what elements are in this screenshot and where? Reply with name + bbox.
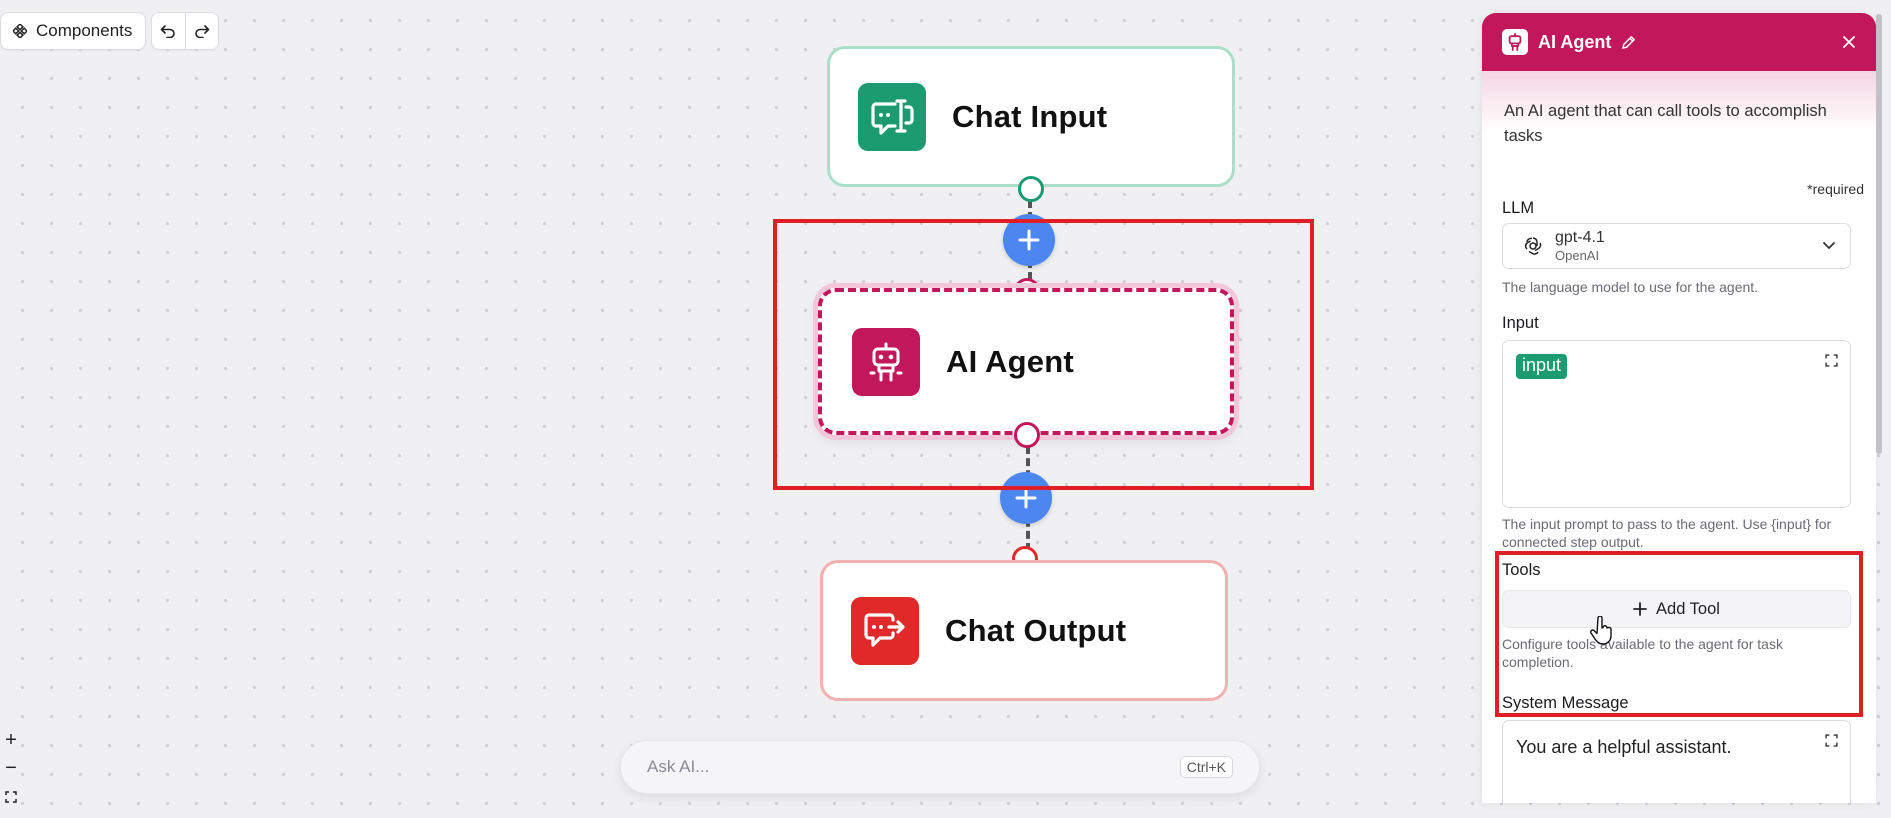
required-note: *required <box>1807 181 1864 197</box>
panel-scrollbar[interactable] <box>1876 14 1882 454</box>
undo-icon <box>161 25 176 38</box>
panel-description-area: An AI agent that can call tools to accom… <box>1482 71 1876 169</box>
node-title: AI Agent <box>946 343 1074 379</box>
undo-button[interactable] <box>152 13 185 49</box>
chevron-down-icon <box>1822 241 1836 251</box>
openai-icon <box>1523 236 1543 256</box>
tools-label: Tools <box>1502 561 1541 579</box>
node-chat-input[interactable]: Chat Input <box>827 46 1235 187</box>
input-help: The input prompt to pass to the agent. U… <box>1502 516 1832 550</box>
zoom-out-button[interactable]: − <box>2 757 20 779</box>
hand-cursor-icon <box>1590 615 1614 651</box>
fit-view-icon <box>5 791 17 803</box>
chat-input-output-port[interactable] <box>1018 176 1044 202</box>
panel-title: AI Agent <box>1538 31 1612 52</box>
fit-view-button[interactable] <box>2 786 20 808</box>
plus-icon <box>1018 229 1040 251</box>
panel-header: AI Agent <box>1482 13 1876 71</box>
node-chat-output[interactable]: Chat Output <box>820 560 1228 701</box>
llm-select[interactable]: gpt-4.1 OpenAI <box>1502 223 1851 269</box>
redo-icon <box>195 25 210 38</box>
robot-icon <box>852 327 920 396</box>
close-icon <box>1843 36 1855 48</box>
llm-help: The language model to use for the agent. <box>1502 279 1759 295</box>
llm-label: LLM <box>1502 199 1535 217</box>
zoom-out-icon: − <box>5 756 17 779</box>
add-step-button[interactable] <box>1000 472 1052 524</box>
zoom-in-icon: + <box>5 728 17 751</box>
plus-icon <box>1633 602 1647 616</box>
redo-button[interactable] <box>184 13 218 49</box>
node-title: Chat Input <box>952 98 1108 134</box>
expand-icon[interactable] <box>1825 354 1838 367</box>
system-message-label: System Message <box>1502 694 1629 712</box>
ask-ai-input[interactable]: Ask AI... Ctrl+K <box>620 740 1260 794</box>
plus-icon <box>1015 487 1037 509</box>
node-title: Chat Output <box>945 612 1127 648</box>
input-prompt-field[interactable]: input <box>1502 340 1851 508</box>
input-variable-chip[interactable]: input <box>1516 354 1568 379</box>
system-message-value: You are a helpful assistant. <box>1516 737 1732 757</box>
properties-panel: AI Agent An AI agent that can call tools… <box>1482 13 1876 803</box>
components-icon <box>13 24 27 38</box>
components-button[interactable]: Components <box>0 12 147 50</box>
pencil-icon <box>1622 35 1636 49</box>
add-tool-label: Add Tool <box>1656 599 1720 618</box>
close-panel-button[interactable] <box>1842 35 1856 49</box>
llm-model: gpt-4.1 <box>1555 229 1605 246</box>
robot-icon <box>1502 29 1528 55</box>
ai-agent-output-port[interactable] <box>1014 422 1040 448</box>
panel-description: An AI agent that can call tools to accom… <box>1504 102 1827 145</box>
shortcut-badge: Ctrl+K <box>1179 756 1233 778</box>
tools-help: Configure tools available to the agent f… <box>1502 636 1783 670</box>
llm-provider: OpenAI <box>1555 248 1600 263</box>
zoom-in-button[interactable]: + <box>2 729 20 751</box>
ask-ai-placeholder: Ask AI... <box>647 757 710 776</box>
edit-title-button[interactable] <box>1621 35 1636 50</box>
expand-icon[interactable] <box>1825 734 1838 747</box>
undo-redo-group <box>151 12 219 50</box>
components-label: Components <box>36 21 133 40</box>
system-message-field[interactable]: You are a helpful assistant. <box>1502 720 1851 803</box>
node-ai-agent[interactable]: AI Agent <box>818 288 1234 435</box>
chat-output-icon <box>851 596 919 665</box>
add-step-button[interactable] <box>1003 214 1055 266</box>
input-label: Input <box>1502 314 1539 332</box>
add-tool-button[interactable]: Add Tool <box>1502 590 1851 628</box>
chat-input-icon <box>858 82 926 151</box>
